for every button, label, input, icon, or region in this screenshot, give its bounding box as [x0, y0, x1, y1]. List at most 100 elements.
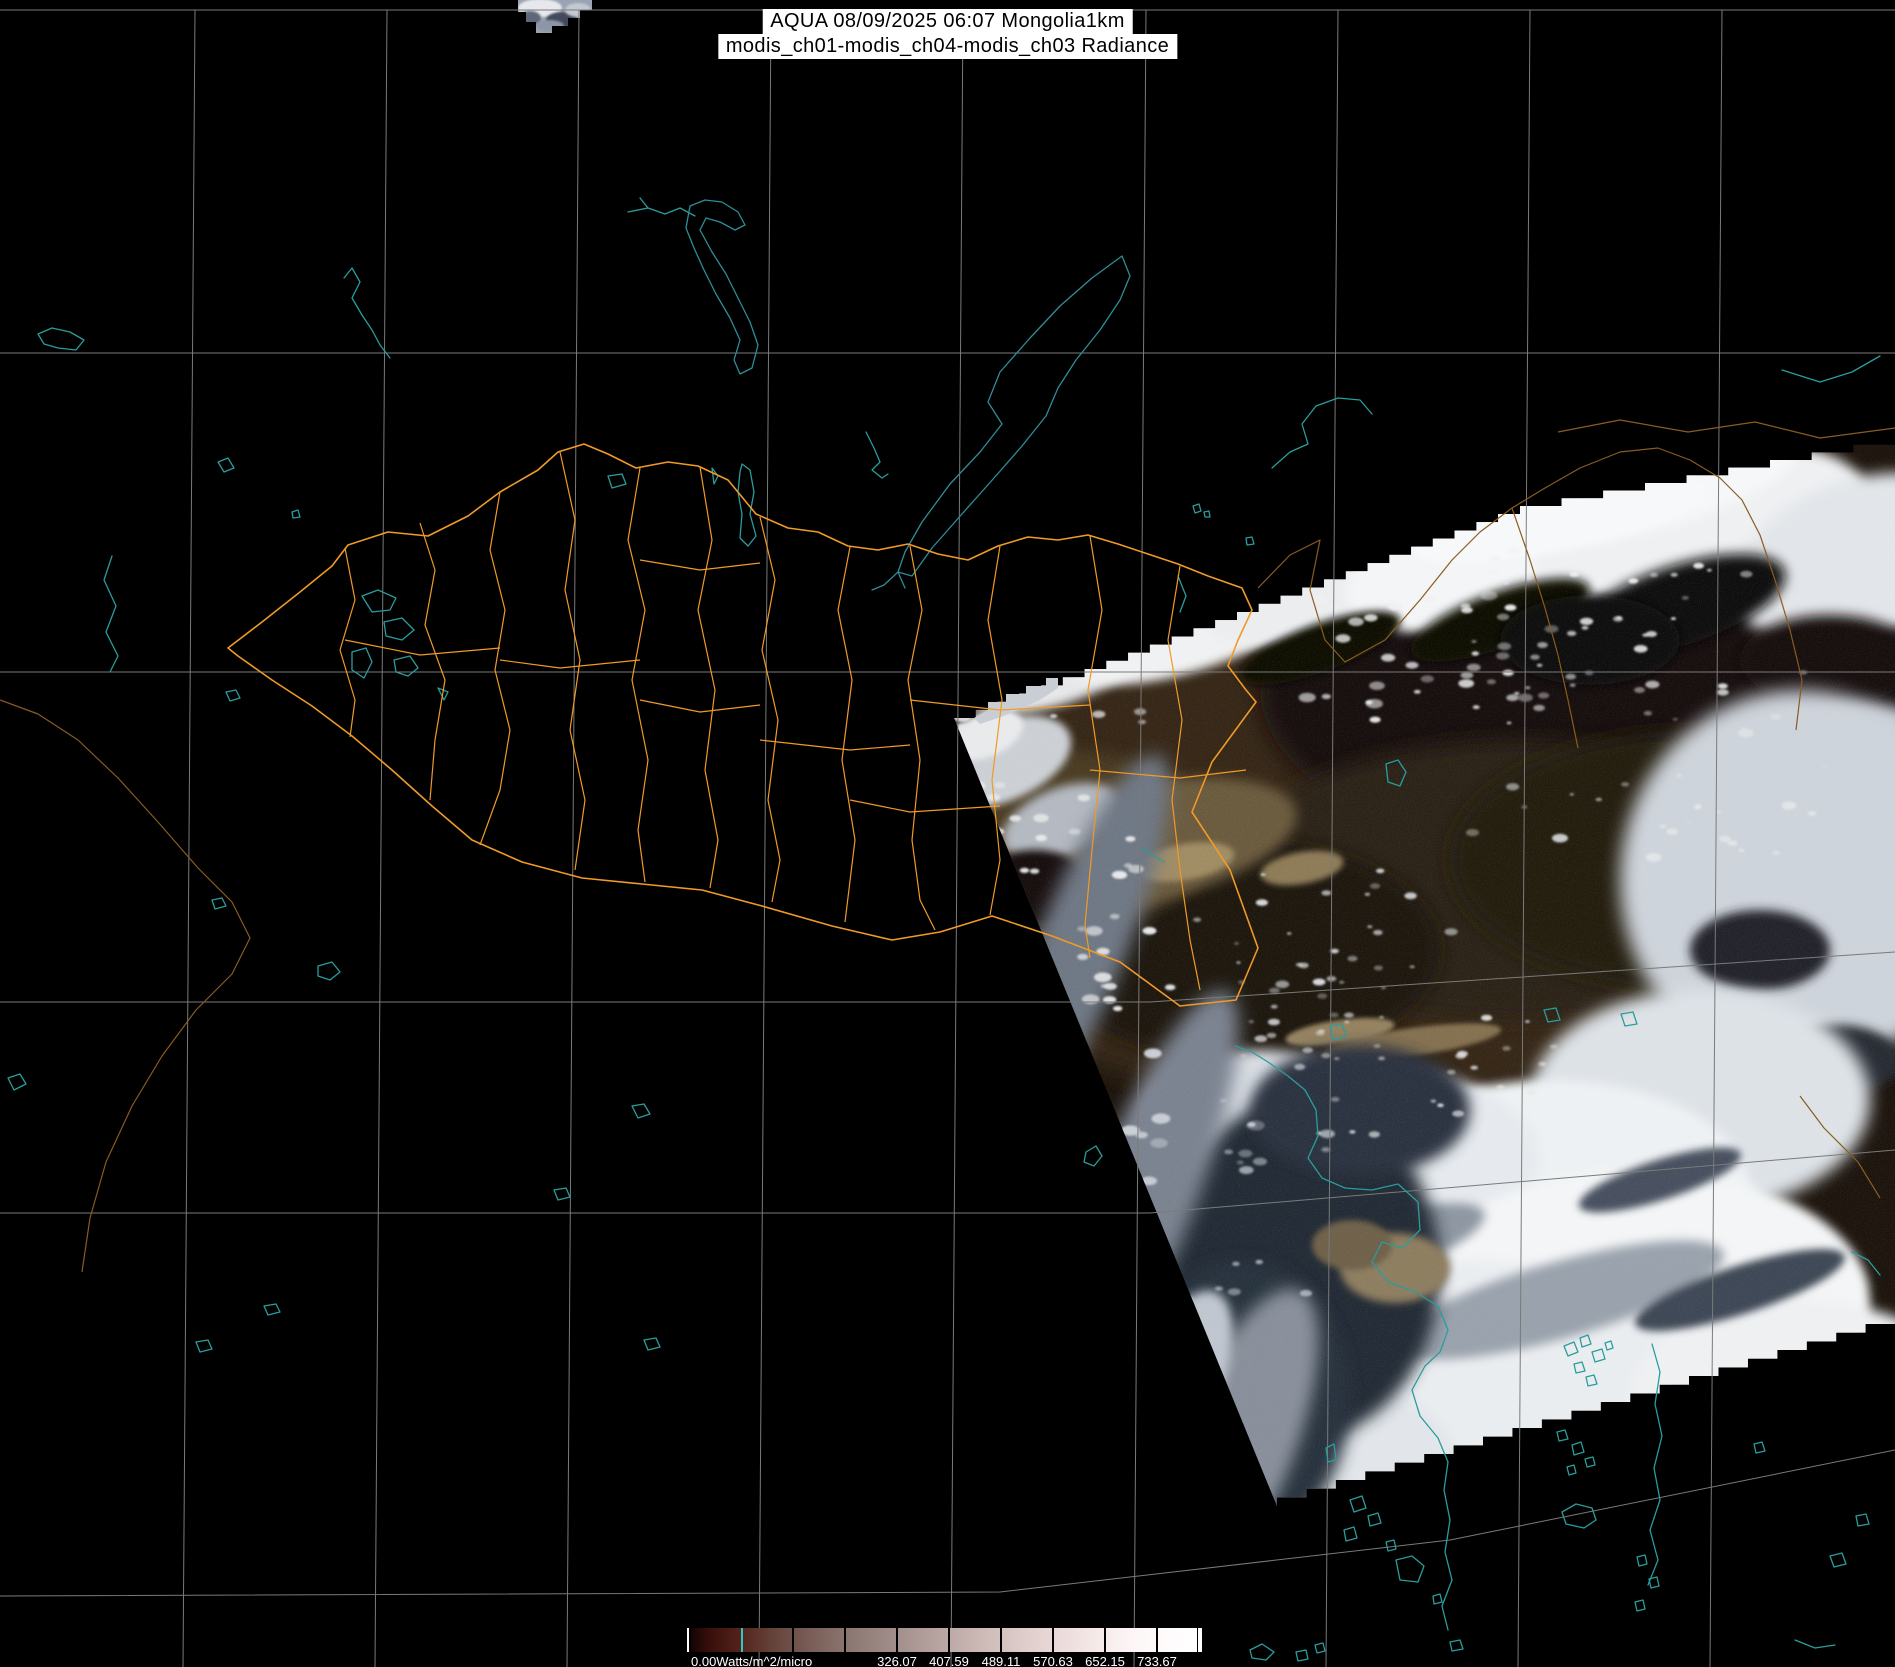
grid-parallel	[0, 1450, 1895, 1596]
colorbar-tick	[896, 1628, 898, 1652]
lake-har-us	[352, 648, 372, 678]
swath-cloud-speck	[985, 1005, 997, 1012]
river-angara-fork	[640, 198, 648, 208]
colorbar-tick	[1198, 1628, 1202, 1652]
colorbar-gradient	[691, 1628, 1197, 1652]
lake-uvs	[362, 590, 396, 612]
archipelago	[1585, 1457, 1595, 1467]
grid-meridian	[183, 10, 195, 1667]
province-border	[698, 467, 718, 888]
title-line-2: modis_ch01-modis_ch04-modis_ch03 Radianc…	[718, 34, 1177, 59]
swath-fragment	[518, 0, 592, 33]
province-border	[420, 523, 445, 800]
swath-cloud-speck	[991, 827, 1000, 832]
islet	[1246, 537, 1254, 545]
lake-small	[644, 1338, 660, 1350]
island	[1433, 1594, 1442, 1604]
lake-small	[8, 1074, 26, 1090]
island	[1344, 1527, 1357, 1541]
lake-baikal-tail	[872, 572, 898, 590]
island	[1856, 1514, 1869, 1526]
archipelago	[1567, 1465, 1576, 1475]
lake-baikal	[898, 256, 1130, 576]
lake-small	[212, 898, 226, 909]
colorbar-tick	[792, 1628, 794, 1652]
island	[1637, 1555, 1647, 1566]
colorbar-unit-label: 0.00Watts/m^2/micro	[691, 1654, 812, 1667]
colorbar-tick	[948, 1628, 950, 1652]
islet	[1204, 511, 1210, 517]
title-line-1: AQUA 08/09/2025 06:07 Mongolia1km	[762, 9, 1133, 34]
swath-cloud-speck	[1143, 1226, 1157, 1234]
province-border	[760, 740, 910, 750]
map-stage[interactable]: AQUA 08/09/2025 06:07 Mongolia1km modis_…	[0, 0, 1895, 1667]
island	[1386, 1540, 1396, 1551]
colorbar-tick	[844, 1628, 846, 1652]
island-blob	[1396, 1556, 1424, 1582]
swath-cloud-speck	[1003, 881, 1019, 890]
swath-cloud-speck	[1175, 1295, 1194, 1306]
island	[1350, 1496, 1366, 1512]
coast-bottom-right	[1795, 1640, 1835, 1648]
lake-khovsgol	[738, 464, 756, 546]
province-border	[340, 548, 355, 737]
island-bottom	[1450, 1640, 1463, 1651]
lake-baikal-tail2	[898, 572, 905, 588]
swath-cloud-speck	[975, 968, 993, 978]
grid-meridian	[567, 10, 579, 1667]
fragment-texture	[519, 11, 541, 25]
island	[1830, 1553, 1846, 1567]
colorbar-tick	[1156, 1628, 1158, 1652]
island	[1754, 1442, 1765, 1453]
lake-loop	[1084, 1146, 1102, 1166]
lake-small	[632, 1104, 650, 1118]
lake-small	[218, 458, 234, 472]
colorbar-tick-label: 570.63	[1025, 1654, 1081, 1667]
grid-meridian	[759, 10, 771, 1667]
island	[1635, 1600, 1645, 1611]
lake-small	[318, 962, 340, 980]
colorbar-tick	[741, 1628, 743, 1652]
lake-small	[196, 1340, 212, 1352]
lake-khyargas	[384, 618, 414, 640]
swath-cloud-speck	[997, 897, 1007, 903]
lake-small	[226, 690, 240, 701]
island	[1368, 1513, 1381, 1526]
islet	[1193, 504, 1201, 513]
archipelago	[1557, 1430, 1568, 1441]
colorbar-tick-label: 652.15	[1077, 1654, 1133, 1667]
river-over-swath	[1178, 576, 1186, 612]
lake-small	[712, 468, 718, 484]
map-svg[interactable]	[0, 0, 1895, 1667]
colorbar-tick-label: 407.59	[921, 1654, 977, 1667]
river-amur-top	[1782, 356, 1880, 382]
grid-meridian	[375, 10, 387, 1667]
colorbar-tick-label: 489.11	[973, 1654, 1029, 1667]
lake-baikal-hook	[866, 432, 888, 478]
lake-baikal-west-arm	[686, 200, 758, 374]
swath-cloud-speck	[970, 980, 983, 987]
swath-cloud-speck	[1010, 971, 1018, 976]
river-ne	[1272, 398, 1372, 468]
province-border	[628, 468, 648, 882]
colorbar-tick-label: 733.67	[1129, 1654, 1185, 1667]
fragment-texture	[536, 20, 564, 32]
river-bratsk	[344, 268, 390, 358]
lake-zaysan	[38, 328, 84, 350]
province-border	[640, 560, 760, 570]
province-border	[838, 547, 855, 922]
province-border	[760, 517, 780, 902]
river-angara	[628, 208, 695, 216]
lake-small	[554, 1188, 570, 1200]
lake-small	[264, 1304, 280, 1315]
colorbar-tick-label: 326.07	[869, 1654, 925, 1667]
colorbar-tick	[1052, 1628, 1054, 1652]
province-border	[480, 492, 510, 845]
border-top-right	[1558, 420, 1895, 438]
border-kazakhstan	[0, 700, 250, 1272]
province-border	[640, 700, 760, 712]
grid-meridian	[951, 10, 963, 1667]
archipelago	[1572, 1442, 1584, 1455]
river-irtysh	[104, 556, 118, 672]
swath-grain	[950, 430, 1895, 1510]
